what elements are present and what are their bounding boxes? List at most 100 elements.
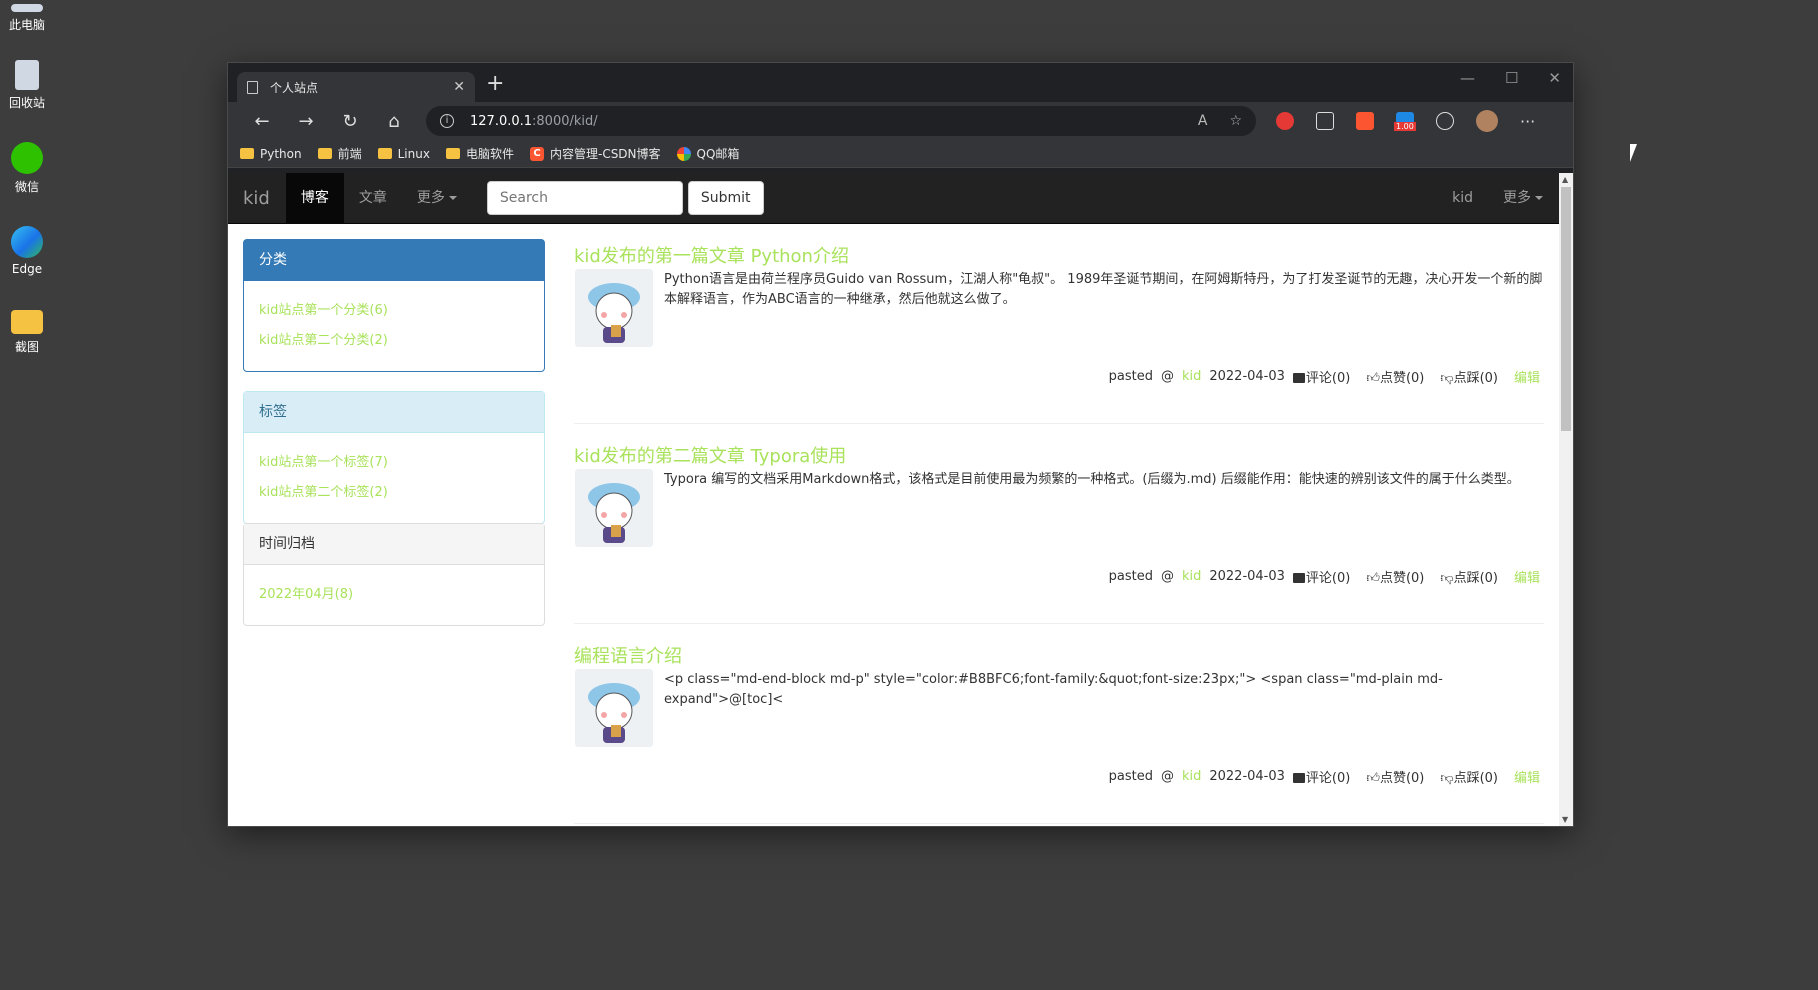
article-title[interactable]: kid发布的第一篇文章 Python介绍 [574, 242, 849, 268]
nav-articles[interactable]: 文章 [344, 173, 402, 224]
desktop-icon-wechat[interactable]: 微信 [0, 142, 54, 195]
category-link[interactable]: kid站点第一个分类(6) [259, 296, 529, 326]
comment-count[interactable]: 评论(0) [1292, 767, 1350, 786]
extension-csdn-icon[interactable] [1356, 112, 1374, 130]
edit-link[interactable]: 编辑 [1514, 767, 1540, 786]
tag-link[interactable]: kid站点第一个标签(7) [259, 448, 529, 478]
new-tab-button[interactable]: + [486, 71, 504, 96]
dislike-count[interactable]: 👎︎点踩(0) [1440, 367, 1498, 386]
extension-mask-icon[interactable] [1316, 112, 1334, 130]
author-avatar[interactable] [575, 469, 653, 547]
search-input[interactable] [486, 181, 683, 215]
close-window-button[interactable]: ✕ [1548, 69, 1561, 87]
bookmark-frontend[interactable]: 前端 [317, 145, 362, 162]
navbar-brand[interactable]: kid [243, 188, 270, 209]
site-navbar: kid 博客 文章 更多 Submit kid 更多 [228, 173, 1573, 224]
desktop-icon-screenshot-folder[interactable]: 截图 [0, 310, 54, 355]
author-link[interactable]: kid [1182, 569, 1201, 584]
browser-tab[interactable]: 个人站点 ✕ [237, 72, 475, 102]
author-link[interactable]: kid [1182, 769, 1201, 784]
bookmark-csdn[interactable]: C 内容管理-CSDN博客 [529, 145, 661, 162]
bookmark-software[interactable]: 电脑软件 [445, 145, 514, 162]
back-arrow-icon[interactable]: ← [240, 111, 284, 132]
comment-count[interactable]: 评论(0) [1292, 567, 1350, 586]
article-title[interactable]: 编程语言介绍 [574, 642, 682, 668]
browser-window: 个人站点 ✕ + — ☐ ✕ ← → ↻ ⌂ i 127.0.0.1 :8000… [227, 62, 1574, 827]
article-meta: pasted @ kid 2022-04-03 评论(0) 👍︎点赞(0) 👎︎… [1108, 767, 1540, 786]
category-link[interactable]: kid站点第二个分类(2) [259, 326, 529, 356]
thumbs-down-icon: 👎︎ [1440, 571, 1454, 586]
caret-down-icon [448, 195, 457, 200]
dislike-count[interactable]: 👎︎点踩(0) [1440, 767, 1498, 786]
like-count[interactable]: 👍︎点赞(0) [1366, 367, 1424, 386]
site-info-icon[interactable]: i [440, 114, 454, 128]
tag-panel-title: 标签 [244, 392, 544, 433]
article-summary: <p class="md-end-block md-p" style="colo… [664, 672, 1443, 707]
article-date: 2022-04-03 [1209, 369, 1285, 384]
nav-more-dropdown[interactable]: 更多 [402, 173, 472, 224]
recycle-bin-icon [15, 60, 39, 90]
archive-panel: 时间归档 2022年04月(8) [243, 523, 545, 626]
thumbs-down-icon: 👎︎ [1440, 771, 1454, 786]
dislike-count[interactable]: 👎︎点踩(0) [1440, 567, 1498, 586]
profile-avatar[interactable] [1476, 110, 1498, 132]
like-count[interactable]: 👍︎点赞(0) [1366, 767, 1424, 786]
edit-link[interactable]: 编辑 [1514, 567, 1540, 586]
article-summary: Typora 编写的文档采用Markdown格式，该格式是目前使用最为频繁的一种… [664, 472, 1520, 487]
folder-icon [377, 148, 392, 159]
extension-video-speed-icon[interactable]: 1.00 [1394, 112, 1416, 131]
minimize-button[interactable]: — [1460, 69, 1475, 87]
read-aloud-icon[interactable]: A [1198, 113, 1208, 129]
edit-link[interactable]: 编辑 [1514, 367, 1540, 386]
desktop-icon-edge[interactable]: Edge [0, 226, 54, 276]
extensions-area: 1.00 ··· [1276, 110, 1535, 132]
csdn-icon: C [529, 146, 544, 161]
article-item: 编程语言介绍 <p class="md-end-block md-p" styl… [574, 624, 1544, 824]
refresh-icon[interactable]: ↻ [328, 111, 372, 132]
browser-menu-icon[interactable]: ··· [1520, 112, 1535, 131]
comment-icon [1292, 773, 1305, 783]
scroll-up-icon[interactable]: ▲ [1562, 175, 1568, 184]
nav-right-more-dropdown[interactable]: 更多 [1488, 173, 1558, 224]
url-host: 127.0.0.1 [470, 113, 533, 129]
extensions-puzzle-icon[interactable] [1436, 112, 1454, 130]
nav-blog[interactable]: 博客 [285, 173, 344, 224]
bookmarks-bar: Python 前端 Linux 电脑软件 C 内容管理-CSDN博客 QQ邮箱 [228, 140, 1573, 168]
author-link[interactable]: kid [1182, 369, 1201, 384]
article-summary: Python语言是由荷兰程序员Guido van Rossum，江湖人称"龟叔"… [664, 272, 1543, 307]
qq-mail-icon [676, 146, 691, 161]
like-count[interactable]: 👍︎点赞(0) [1366, 567, 1424, 586]
folder-icon [240, 148, 254, 159]
tab-title: 个人站点 [270, 80, 319, 95]
thumbs-up-icon: 👍︎ [1366, 771, 1380, 786]
submit-button[interactable]: Submit [687, 181, 764, 215]
article-title[interactable]: kid发布的第二篇文章 Typora使用 [574, 442, 846, 468]
author-avatar[interactable] [575, 269, 653, 347]
page-scrollbar[interactable]: ▲ ▼ [1559, 173, 1573, 826]
comment-icon [1292, 373, 1305, 383]
archive-link[interactable]: 2022年04月(8) [259, 580, 529, 610]
article-item: kid发布的第二篇文章 Typora使用 Typora 编写的文档采用Markd… [574, 424, 1544, 624]
forward-arrow-icon[interactable]: → [284, 111, 328, 132]
close-tab-icon[interactable]: ✕ [453, 79, 465, 95]
article-list: kid发布的第一篇文章 Python介绍 Python语言是由荷兰程序员Guid… [574, 224, 1544, 824]
tag-link[interactable]: kid站点第二个标签(2) [259, 478, 529, 508]
extension-red-icon[interactable] [1276, 112, 1294, 130]
thumbs-up-icon: 👍︎ [1366, 371, 1380, 386]
desktop-icon-this-pc[interactable]: 此电脑 [0, 4, 54, 33]
address-bar[interactable]: i 127.0.0.1 :8000/kid/ A ☆ [426, 106, 1256, 136]
scroll-down-icon[interactable]: ▼ [1562, 815, 1568, 824]
scrollbar-thumb[interactable] [1561, 187, 1571, 431]
home-icon[interactable]: ⌂ [372, 111, 416, 132]
mouse-cursor-icon [1630, 144, 1637, 162]
bookmark-linux[interactable]: Linux [377, 147, 430, 161]
favorite-star-icon[interactable]: ☆ [1229, 113, 1242, 129]
folder-icon [11, 310, 43, 334]
bookmark-python[interactable]: Python [240, 147, 302, 161]
nav-user[interactable]: kid [1437, 173, 1488, 224]
comment-count[interactable]: 评论(0) [1292, 367, 1350, 386]
desktop-icon-recycle-bin[interactable]: 回收站 [0, 60, 54, 111]
bookmark-qq-mail[interactable]: QQ邮箱 [676, 145, 739, 162]
author-avatar[interactable] [575, 669, 653, 747]
maximize-button[interactable]: ☐ [1505, 69, 1518, 87]
